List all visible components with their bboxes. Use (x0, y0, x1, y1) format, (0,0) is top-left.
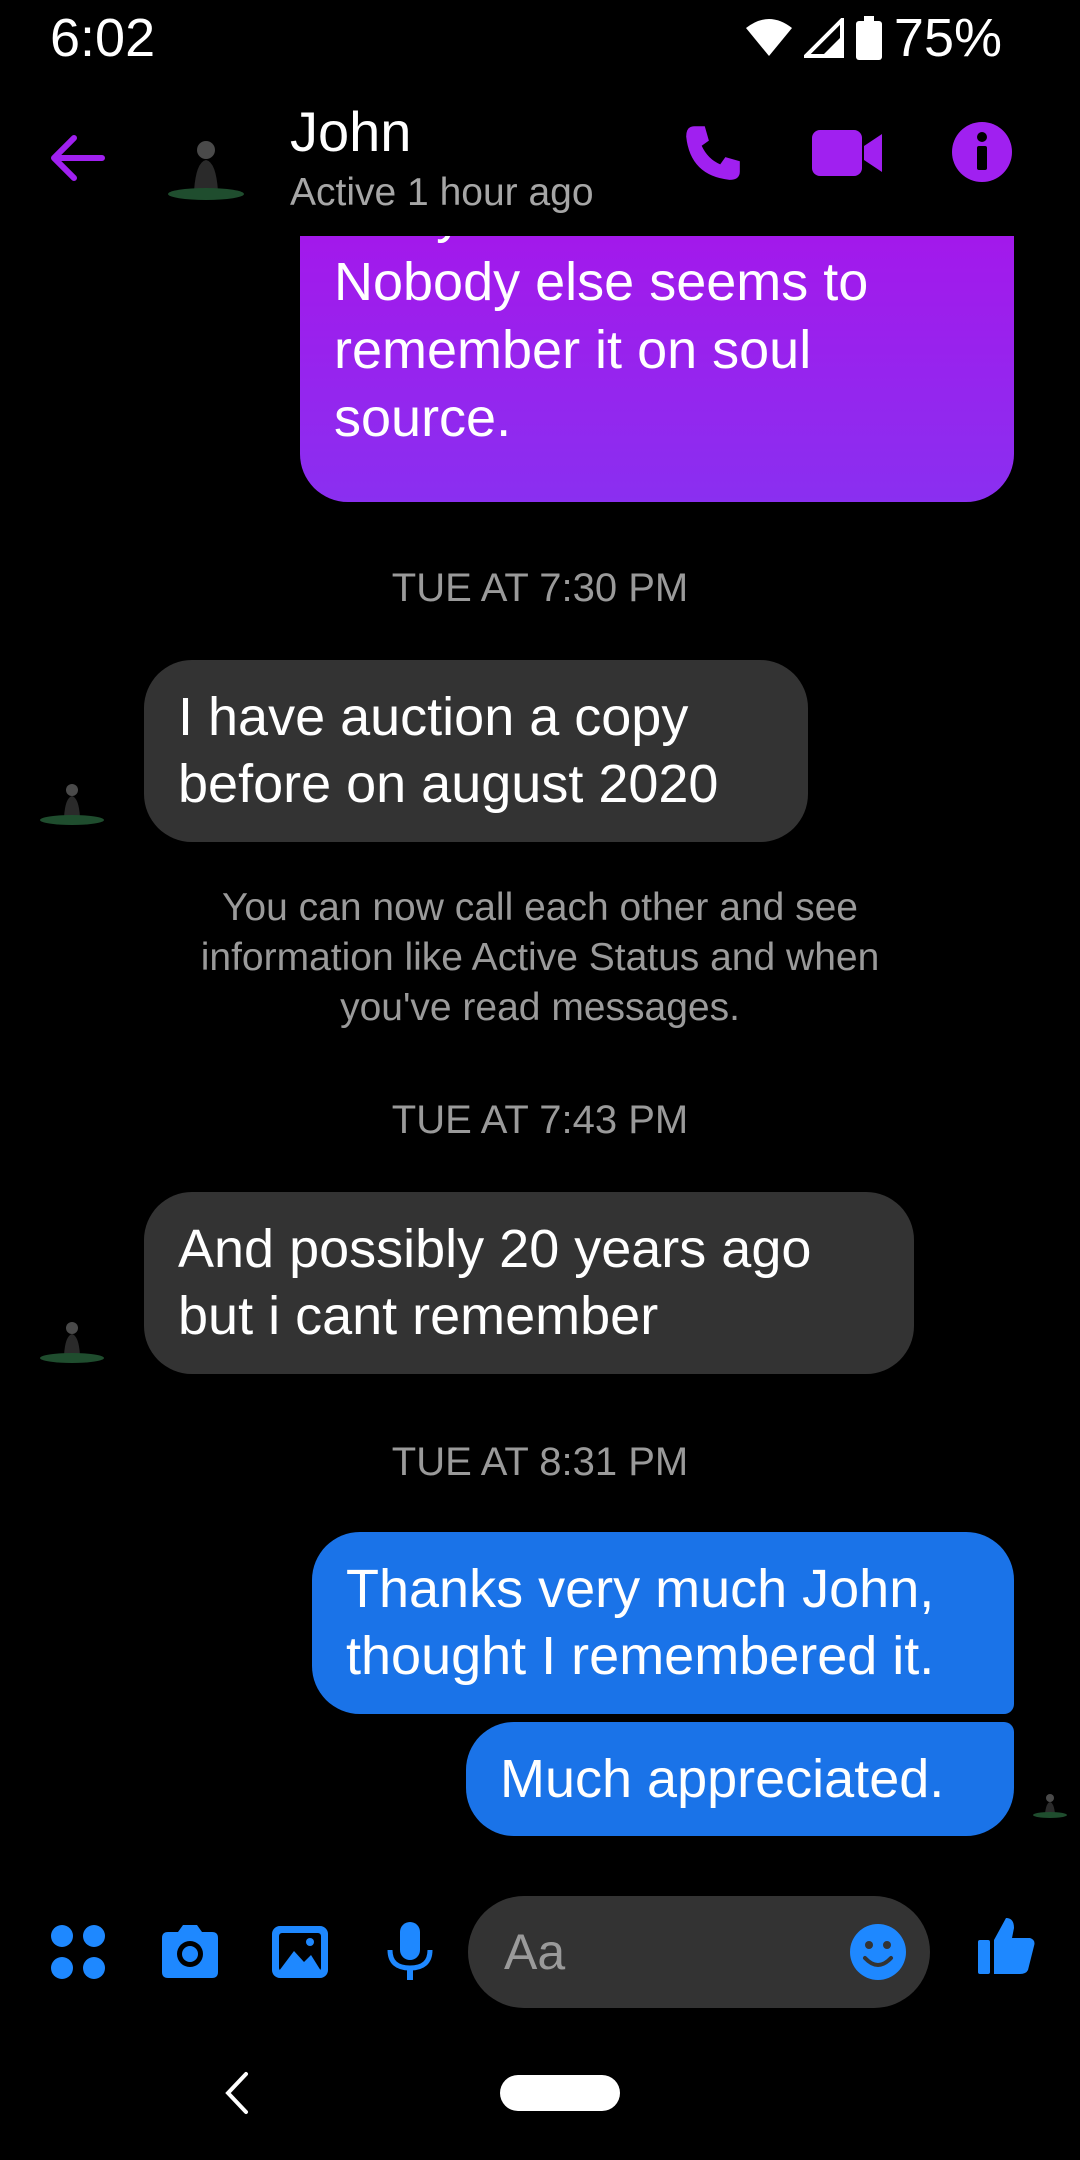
received-message[interactable]: And possibly 20 years ago but i cant rem… (144, 1192, 914, 1374)
seen-avatar (1033, 1794, 1067, 1818)
message-input[interactable]: Aa (468, 1896, 930, 2008)
sent-message[interactable]: Thanks very much John, thought I remembe… (312, 1532, 1014, 1714)
contact-name[interactable]: John (290, 96, 411, 168)
back-arrow-icon[interactable] (46, 126, 110, 190)
avatar[interactable] (34, 1300, 110, 1376)
camera-icon[interactable] (158, 1920, 222, 1984)
battery-percent: 75% (893, 8, 1002, 68)
battery-icon (855, 16, 882, 60)
avatar[interactable] (34, 762, 110, 838)
active-status: Active 1 hour ago (290, 171, 594, 214)
emoji-icon[interactable] (848, 1922, 908, 1982)
timestamp: TUE AT 8:31 PM (391, 1440, 689, 1484)
phone-icon[interactable] (680, 120, 746, 186)
avatar[interactable] (156, 116, 256, 216)
status-time: 6:02 (50, 8, 156, 68)
conversation-header: John Active 1 hour ago (0, 96, 1080, 236)
thumbs-up-icon[interactable] (974, 1914, 1038, 1978)
system-notice: You can now call each other and see info… (200, 886, 880, 1029)
sent-message[interactable]: Much appreciated. (466, 1722, 1014, 1836)
message-composer: Aa (0, 1880, 1080, 2020)
status-icons: 75% (745, 8, 1002, 68)
received-message[interactable]: I have auction a copy before on august 2… (144, 660, 808, 842)
apps-icon[interactable] (46, 1920, 110, 1984)
microphone-icon[interactable] (378, 1920, 442, 1984)
timestamp: TUE AT 7:43 PM (391, 1098, 689, 1142)
info-icon[interactable] (950, 120, 1014, 184)
video-camera-icon[interactable] (810, 120, 886, 186)
nav-home-pill[interactable] (500, 2075, 620, 2111)
signal-icon (803, 18, 844, 58)
gallery-icon[interactable] (268, 1920, 332, 1984)
message-placeholder: Aa (504, 1924, 566, 1980)
nav-back-icon[interactable] (222, 2068, 252, 2118)
wifi-icon (745, 19, 792, 56)
timestamp: TUE AT 7:30 PM (391, 566, 689, 610)
